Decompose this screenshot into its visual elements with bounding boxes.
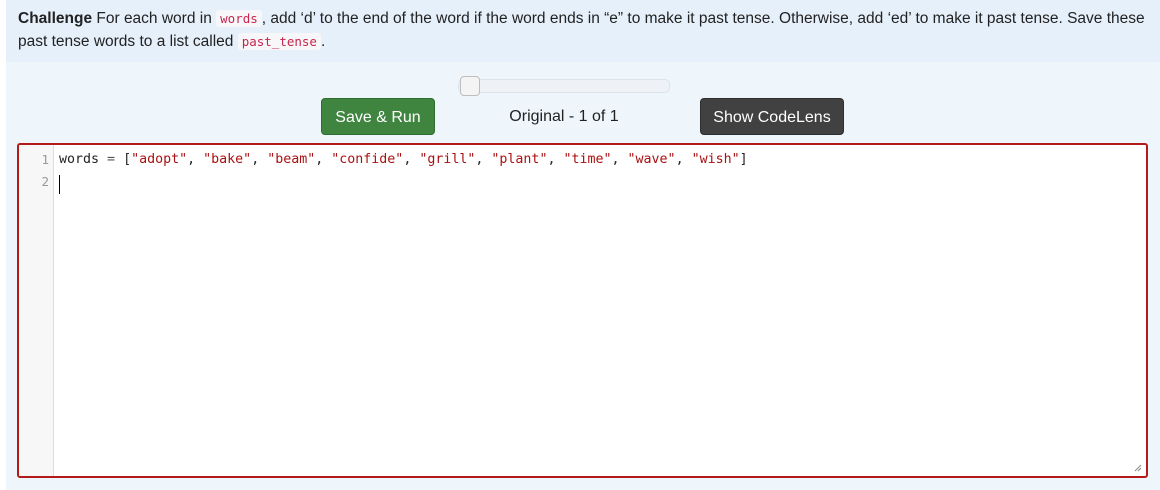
separator-token: , xyxy=(475,152,492,167)
separator-token: , xyxy=(611,152,628,167)
version-label: Original - 1 of 1 xyxy=(509,108,619,125)
resize-grip-icon[interactable] xyxy=(1133,463,1142,472)
show-codelens-button[interactable]: Show CodeLens xyxy=(700,98,844,135)
list-items: "adopt", "bake", "beam", "confide", "gri… xyxy=(131,152,740,167)
history-slider[interactable] xyxy=(458,76,670,96)
line-number: 1 xyxy=(41,152,49,167)
code-editor[interactable]: 1 2 words = ["adopt", "bake", "beam", "c… xyxy=(17,143,1148,478)
string-token: "confide" xyxy=(331,152,404,167)
string-token: "bake" xyxy=(203,152,252,167)
bracket-token: [ xyxy=(123,152,132,167)
string-token: "wave" xyxy=(627,152,676,167)
slider-handle[interactable] xyxy=(460,76,480,96)
bracket-token: ] xyxy=(739,152,748,167)
string-token: "beam" xyxy=(267,152,316,167)
activecode-panel: Save & Run Original - 1 of 1 Show CodeLe… xyxy=(6,62,1160,490)
code-words: words xyxy=(216,10,262,27)
separator-token: , xyxy=(675,152,692,167)
separator-token: , xyxy=(315,152,332,167)
prompt-text-3: . xyxy=(320,33,326,50)
challenge-prompt: Challenge For each word in words, add ‘d… xyxy=(6,0,1160,62)
challenge-label: Challenge xyxy=(18,10,93,27)
separator-token: , xyxy=(187,152,204,167)
code-line-1[interactable]: words = ["adopt", "bake", "beam", "confi… xyxy=(59,149,748,171)
string-token: "adopt" xyxy=(131,152,188,167)
string-token: "time" xyxy=(563,152,612,167)
string-token: "grill" xyxy=(419,152,476,167)
prompt-text-1: For each word in xyxy=(92,10,217,27)
string-token: "wish" xyxy=(691,152,740,167)
text-cursor xyxy=(59,175,60,194)
separator-token: , xyxy=(547,152,564,167)
separator-token: , xyxy=(251,152,268,167)
operator-token: = xyxy=(99,152,124,167)
separator-token: , xyxy=(403,152,420,167)
line-number: 2 xyxy=(41,174,49,189)
line-number-gutter: 1 2 xyxy=(19,145,54,476)
save-run-button[interactable]: Save & Run xyxy=(321,98,435,135)
variable-token: words xyxy=(59,152,100,167)
code-past-tense: past_tense xyxy=(237,33,321,50)
string-token: "plant" xyxy=(491,152,548,167)
